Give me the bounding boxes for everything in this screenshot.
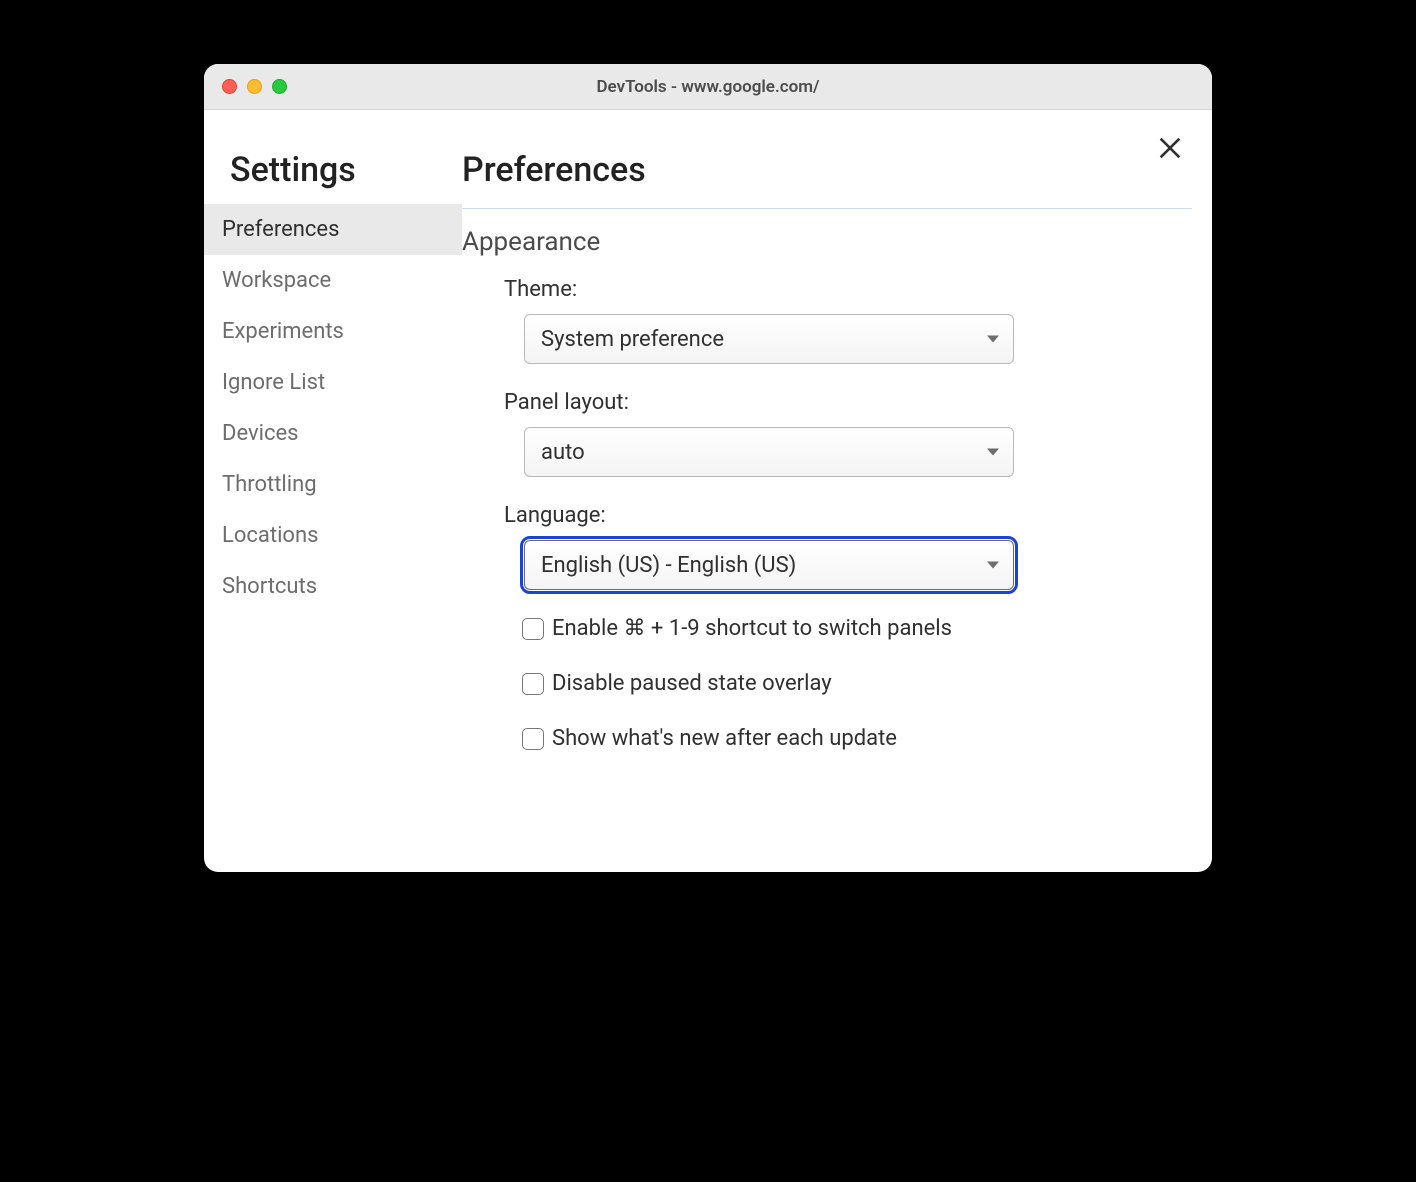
theme-select[interactable]: System preference (524, 314, 1014, 364)
checkbox-disable-paused-overlay[interactable]: Disable paused state overlay (522, 671, 1174, 696)
sidebar-item-label: Ignore List (222, 370, 325, 395)
close-icon (1156, 134, 1184, 162)
sidebar-item-label: Workspace (222, 268, 331, 293)
window-close-button[interactable] (222, 79, 237, 94)
section-title-appearance: Appearance (462, 227, 1174, 257)
chevron-down-icon (987, 449, 999, 456)
preferences-scroll[interactable]: Appearance Theme: System preference Pane… (462, 209, 1192, 872)
chevron-down-icon (987, 336, 999, 343)
sidebar-item-ignore-list[interactable]: Ignore List (204, 357, 462, 408)
field-panel-layout: Panel layout: auto (504, 390, 1174, 477)
sidebar-item-shortcuts[interactable]: Shortcuts (204, 561, 462, 612)
main-panel: Preferences Appearance Theme: System pre… (462, 110, 1212, 872)
sidebar-item-label: Locations (222, 523, 318, 548)
checkbox-label: Disable paused state overlay (552, 671, 832, 696)
theme-label: Theme: (504, 277, 1174, 302)
traffic-lights (222, 79, 287, 94)
window-maximize-button[interactable] (272, 79, 287, 94)
sidebar-item-throttling[interactable]: Throttling (204, 459, 462, 510)
sidebar-items: Preferences Workspace Experiments Ignore… (204, 204, 462, 612)
page-title: Preferences (462, 150, 1192, 209)
checkbox-show-whats-new[interactable]: Show what's new after each update (522, 726, 1174, 751)
sidebar-item-label: Throttling (222, 472, 317, 497)
sidebar: Settings Preferences Workspace Experimen… (204, 110, 462, 872)
checkbox-icon (522, 618, 544, 640)
checkbox-label: Show what's new after each update (552, 726, 897, 751)
language-label: Language: (504, 503, 1174, 528)
sidebar-item-label: Devices (222, 421, 299, 446)
checkbox-icon (522, 673, 544, 695)
sidebar-item-preferences[interactable]: Preferences (204, 204, 462, 255)
checkbox-enable-cmd-shortcut[interactable]: Enable ⌘ + 1-9 shortcut to switch panels (522, 616, 1174, 641)
field-theme: Theme: System preference (504, 277, 1174, 364)
sidebar-item-workspace[interactable]: Workspace (204, 255, 462, 306)
panel-layout-select-value: auto (541, 440, 585, 465)
close-settings-button[interactable] (1156, 134, 1184, 162)
panel-layout-label: Panel layout: (504, 390, 1174, 415)
sidebar-item-label: Preferences (222, 217, 339, 242)
language-select-value: English (US) - English (US) (541, 553, 796, 578)
sidebar-item-label: Experiments (222, 319, 344, 344)
devtools-window: DevTools - www.google.com/ Settings Pref… (204, 64, 1212, 872)
sidebar-item-label: Shortcuts (222, 574, 317, 599)
window-minimize-button[interactable] (247, 79, 262, 94)
field-language: Language: English (US) - English (US) (504, 503, 1174, 590)
chevron-down-icon (987, 562, 999, 569)
window-body: Settings Preferences Workspace Experimen… (204, 110, 1212, 872)
theme-select-value: System preference (541, 327, 724, 352)
panel-layout-select[interactable]: auto (524, 427, 1014, 477)
sidebar-item-devices[interactable]: Devices (204, 408, 462, 459)
sidebar-title: Settings (204, 150, 462, 204)
window-title: DevTools - www.google.com/ (596, 77, 819, 97)
sidebar-item-locations[interactable]: Locations (204, 510, 462, 561)
titlebar: DevTools - www.google.com/ (204, 64, 1212, 110)
checkbox-icon (522, 728, 544, 750)
sidebar-item-experiments[interactable]: Experiments (204, 306, 462, 357)
checkbox-label: Enable ⌘ + 1-9 shortcut to switch panels (552, 616, 952, 641)
language-select[interactable]: English (US) - English (US) (524, 540, 1014, 590)
